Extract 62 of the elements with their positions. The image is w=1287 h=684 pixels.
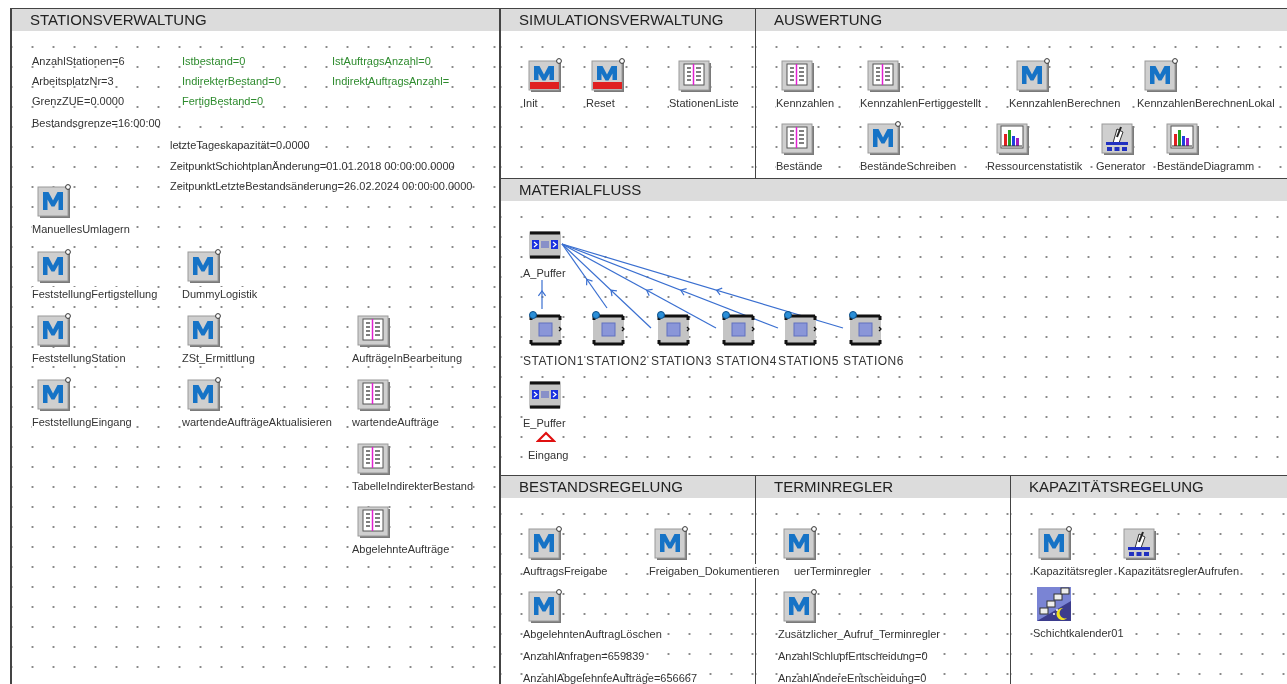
object-label: STATION5 <box>778 354 839 368</box>
object-label: STATION4 <box>716 354 777 368</box>
object-label: AufträgeInBearbeitung <box>352 351 463 365</box>
frame-title: MATERIALFLUSS <box>501 179 1287 201</box>
variable-text: AnzahlAnfragen=659839 <box>523 649 645 663</box>
object-label: Eingang <box>528 448 569 462</box>
object-label: Schichtkalender01 <box>1033 626 1124 640</box>
object-label: ManuellesUmlagern <box>32 222 130 236</box>
object-label: Ressourcenstatistik <box>987 159 1083 173</box>
object-label: Generator <box>1096 159 1146 173</box>
object-label: KapazitätsreglerAufrufen <box>1118 564 1240 578</box>
variable-text: Bestandsgrenze=16:00:00 <box>32 116 161 130</box>
frame-title: KAPAZITÄTSREGELUNG <box>1011 476 1287 498</box>
variable-text: AnzahlAbgelehnteAufträge=656667 <box>523 671 697 684</box>
object-label: AbgelehnteAufträge <box>352 542 450 556</box>
variable-text: IndirekterBestand=0 <box>182 74 281 88</box>
object-label: AuftragsFreigabe <box>523 564 608 578</box>
object-label: STATION3 <box>651 354 712 368</box>
object-label: DummyLogistik <box>182 287 258 301</box>
variable-text: IstAuftragsAnzahl=0 <box>332 54 431 68</box>
variable-text: FertigBestand=0 <box>182 94 264 108</box>
object-label: AbgelehntenAuftragLöschen <box>523 627 662 641</box>
object-label: Kennzahlen <box>776 96 835 110</box>
variable-text: AnzahlSchlupfEntscheidung=0 <box>778 649 928 663</box>
variable-text: AnzahlAndereEntscheidung=0 <box>778 671 927 684</box>
object-label: wartendeAufträgeAktualisieren <box>182 415 332 429</box>
object-label: STATION2 <box>586 354 647 368</box>
variable-text: ZeitpunktSchichtplanÄnderung=01.01.2018 00:00:00.0000 <box>170 159 455 173</box>
object-label: Freigaben_Dokumentieren <box>649 564 780 578</box>
object-label: ZSt_Ermittlung <box>182 351 255 365</box>
variable-text: ArbeitsplatzNr=3 <box>32 74 114 88</box>
object-label: STATION6 <box>843 354 904 368</box>
object-label: KennzahlenFertiggestellt <box>860 96 982 110</box>
object-label: KennzahlenBerechnen <box>1009 96 1121 110</box>
variable-text: IndirektAuftragsAnzahl= <box>332 74 450 88</box>
object-label: Init <box>523 96 538 110</box>
frame-title: SIMULATIONSVERWALTUNG <box>501 9 755 31</box>
object-label: FeststellungEingang <box>32 415 132 429</box>
object-label: wartendeAufträge <box>352 415 439 429</box>
object-label: Reset <box>586 96 615 110</box>
object-label: Bestände <box>776 159 823 173</box>
object-label: StationenListe <box>669 96 739 110</box>
object-label: Kapazitätsregler <box>1033 564 1113 578</box>
variable-text: ZeitpunktLetzteBestandsänderung=26.02.2024 00:00:00.0000 <box>170 179 473 193</box>
frame-title: TERMINREGLER <box>756 476 1010 498</box>
object-label: FeststellungStation <box>32 351 126 365</box>
variable-text: GrenzZUE=0.0000 <box>32 94 125 108</box>
object-label: KennzahlenBerechnenLokal <box>1137 96 1275 110</box>
object-label: FeststellungFertigstellung <box>32 287 158 301</box>
object-label: BeständeSchreiben <box>860 159 956 173</box>
frame-title: STATIONSVERWALTUNG <box>12 9 499 31</box>
variable-text: letzteTageskapazität=0.0000 <box>170 138 310 152</box>
object-label: uerTerminregler <box>794 564 872 578</box>
object-label: BeständeDiagramm <box>1157 159 1255 173</box>
frame-title: AUSWERTUNG <box>756 9 1287 31</box>
object-label: A_Puffer <box>523 266 566 280</box>
object-label: STATION1 <box>523 354 584 368</box>
variable-text: Istbestand=0 <box>182 54 246 68</box>
object-label: Zusätzlicher_Aufruf_Terminregler <box>778 627 940 641</box>
frame-title: BESTANDSREGELUNG <box>501 476 755 498</box>
object-label: TabelleIndirekterBestand <box>352 479 474 493</box>
variable-text: AnzahlStationen=6 <box>32 54 125 68</box>
